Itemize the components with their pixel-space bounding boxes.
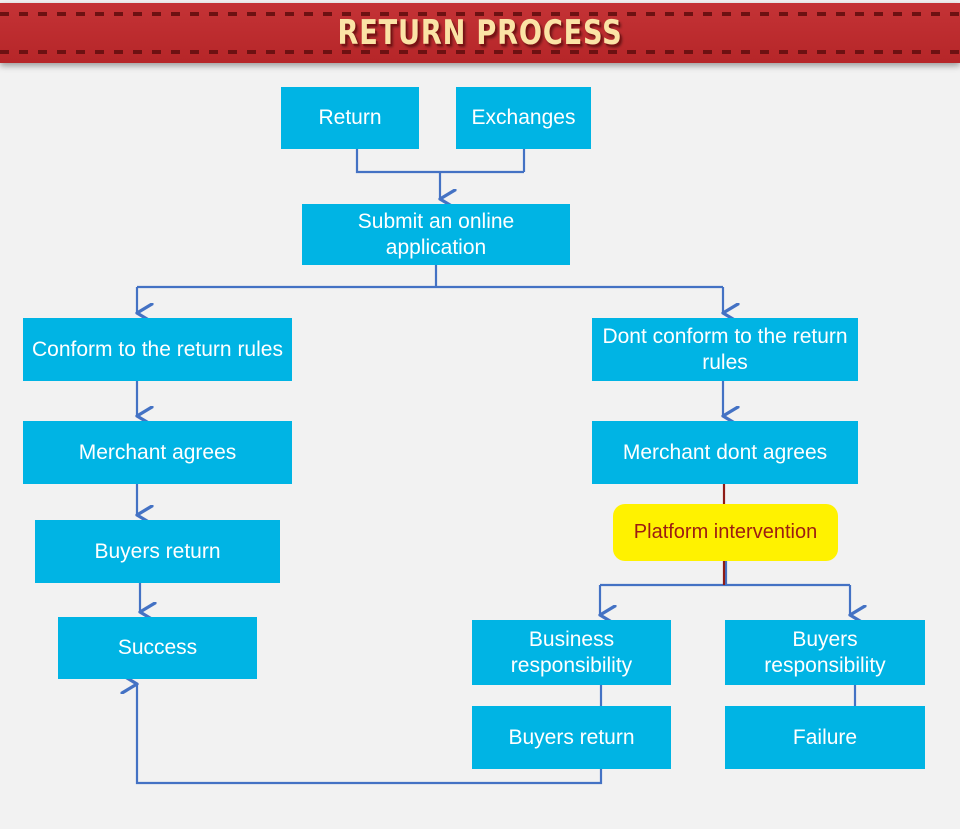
flow-node-label: Dont conform to the return rules <box>602 324 848 374</box>
wire-platform-split <box>600 561 850 587</box>
flow-node-label: Exchanges <box>471 106 576 129</box>
flow-node-label: Buyers return <box>94 539 221 563</box>
flow-node-label: Buyers responsibility <box>764 627 886 677</box>
flow-node-success[interactable]: Success <box>58 617 257 679</box>
flow-node-label: Return <box>318 106 382 129</box>
flow-node-buyers-responsibility[interactable]: Buyers responsibility <box>725 620 925 685</box>
page-title: RETURN PROCESS <box>337 13 623 53</box>
flow-node-buyers-return-right[interactable]: Buyers return <box>472 706 671 769</box>
header-banner: RETURN PROCESS <box>0 3 960 63</box>
flow-node-merchant-agrees[interactable]: Merchant agrees <box>23 421 292 484</box>
flow-node-label: Conform to the return rules <box>32 337 283 361</box>
flow-node-submit-application[interactable]: Submit an online application <box>302 204 570 265</box>
flow-node-failure[interactable]: Failure <box>725 706 925 769</box>
flow-node-label: Merchant dont agrees <box>622 440 828 464</box>
flow-node-dont-conform-rules[interactable]: Dont conform to the return rules <box>592 318 858 381</box>
flow-node-conform-rules[interactable]: Conform to the return rules <box>23 318 292 381</box>
flow-node-merchant-dont-agrees[interactable]: Merchant dont agrees <box>592 421 858 484</box>
flow-node-exchanges[interactable]: Exchanges <box>456 87 591 149</box>
flow-node-business-responsibility[interactable]: Business responsibility <box>472 620 671 685</box>
flow-node-label: Platform intervention <box>633 521 818 543</box>
flow-node-label: Success <box>117 636 198 659</box>
flowchart-page: RETURN PROCESS Return Exchanges Submit a… <box>0 0 960 829</box>
flow-node-label: Merchant agrees <box>78 440 237 464</box>
flow-node-buyers-return-left[interactable]: Buyers return <box>35 520 280 583</box>
flow-node-label: Failure <box>792 725 858 749</box>
flow-node-label: Business responsibility <box>510 627 633 677</box>
flow-node-label: Buyers return <box>508 725 635 749</box>
flow-node-return[interactable]: Return <box>281 87 419 149</box>
wire-return-to-submit <box>355 149 524 174</box>
flow-node-label: Submit an online application <box>357 209 515 259</box>
flow-node-platform-intervention[interactable]: Platform intervention <box>613 504 838 561</box>
